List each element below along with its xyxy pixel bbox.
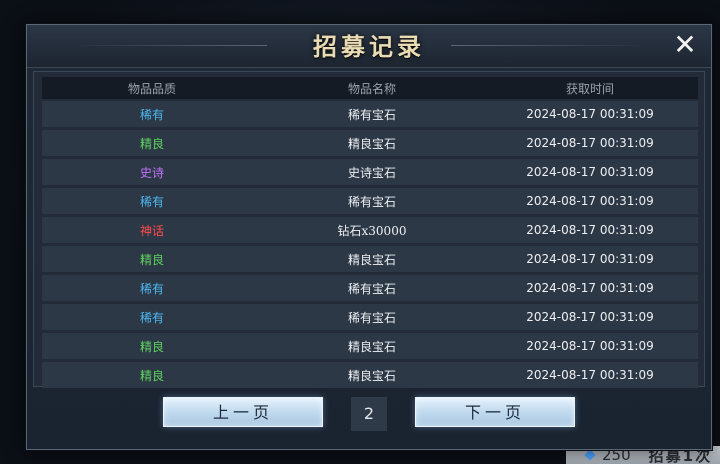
cell-time: 2024-08-17 00:31:09 [526, 339, 654, 353]
cell-time: 2024-08-17 00:31:09 [526, 368, 654, 382]
cell-item-name: 精良宝石 [347, 136, 396, 151]
table-row: 精良 精良宝石 2024-08-17 00:31:09 [42, 362, 698, 388]
cell-time: 2024-08-17 00:31:09 [526, 281, 654, 295]
record-table: 物品品质 物品名称 获取时间 稀有 稀有宝石 2024-08-17 00:31:09… [33, 71, 705, 388]
table-header: 物品品质 物品名称 获取时间 [42, 77, 698, 99]
cell-quality: 史诗 [139, 165, 164, 180]
cell-quality: 精良 [139, 368, 164, 383]
dialog-header: 招募记录 ✕ [27, 25, 711, 68]
table-body: 稀有 稀有宝石 2024-08-17 00:31:09 精良 精良宝石 2024-08-1… [42, 101, 698, 391]
cell-item-name: 精良宝石 [347, 252, 396, 267]
cell-time: 2024-08-17 00:31:09 [526, 194, 654, 208]
table-row: 稀有 稀有宝石 2024-08-17 00:31:09 [42, 188, 698, 214]
cell-item-name: 史诗宝石 [347, 165, 396, 180]
cell-item-name: 稀有宝石 [347, 310, 396, 325]
cell-item-name: 稀有宝石 [347, 194, 396, 209]
recruit-record-dialog: 招募记录 ✕ 物品品质 物品名称 获取时间 稀有 稀有宝石 2024-08-17 0… [26, 24, 712, 450]
cell-time: 2024-08-17 00:31:09 [526, 165, 654, 179]
cell-item-name: 稀有宝石 [347, 281, 396, 296]
cell-time: 2024-08-17 00:31:09 [526, 136, 654, 150]
close-icon[interactable]: ✕ [671, 31, 699, 59]
cell-quality: 精良 [139, 339, 164, 354]
header-item-name: 物品名称 [347, 81, 396, 96]
table-row: 稀有 稀有宝石 2024-08-17 00:31:09 [42, 275, 698, 301]
cell-time: 2024-08-17 00:31:09 [526, 223, 654, 237]
dialog-title: 招募记录 [313, 32, 425, 61]
header-time: 获取时间 [565, 81, 614, 96]
next-page-button[interactable]: 下一页 [415, 397, 575, 427]
cell-quality: 精良 [139, 252, 164, 267]
cell-item-name: 精良宝石 [347, 368, 396, 383]
cell-quality: 稀有 [139, 281, 164, 296]
cell-quality: 神话 [139, 223, 164, 238]
header-quality: 物品品质 [127, 81, 176, 96]
table-row: 稀有 稀有宝石 2024-08-17 00:31:09 [42, 304, 698, 330]
cell-item-name: 精良宝石 [347, 339, 396, 354]
prev-page-button[interactable]: 上一页 [163, 397, 323, 427]
page-number: 2 [351, 397, 387, 431]
table-row: 精良 精良宝石 2024-08-17 00:31:09 [42, 333, 698, 359]
cell-item-name: 稀有宝石 [347, 107, 396, 122]
cell-time: 2024-08-17 00:31:09 [526, 252, 654, 266]
table-row: 精良 精良宝石 2024-08-17 00:31:09 [42, 246, 698, 272]
cell-quality: 稀有 [139, 107, 164, 122]
diamond-icon [584, 449, 596, 461]
game-screen: 250 招募1次 招募记录 ✕ 物品品质 物品名称 获取时间 稀有 稀有宝石 202… [0, 0, 720, 464]
cell-quality: 稀有 [139, 194, 164, 209]
table-row: 精良 精良宝石 2024-08-17 00:31:09 [42, 130, 698, 156]
cell-item-name: 钻石x30000 [337, 223, 407, 238]
cell-quality: 稀有 [139, 310, 164, 325]
cell-time: 2024-08-17 00:31:09 [526, 107, 654, 121]
table-row: 稀有 稀有宝石 2024-08-17 00:31:09 [42, 101, 698, 127]
table-row: 神话 钻石x30000 2024-08-17 00:31:09 [42, 217, 698, 243]
cell-time: 2024-08-17 00:31:09 [526, 310, 654, 324]
cell-quality: 精良 [139, 136, 164, 151]
table-row: 史诗 史诗宝石 2024-08-17 00:31:09 [42, 159, 698, 185]
